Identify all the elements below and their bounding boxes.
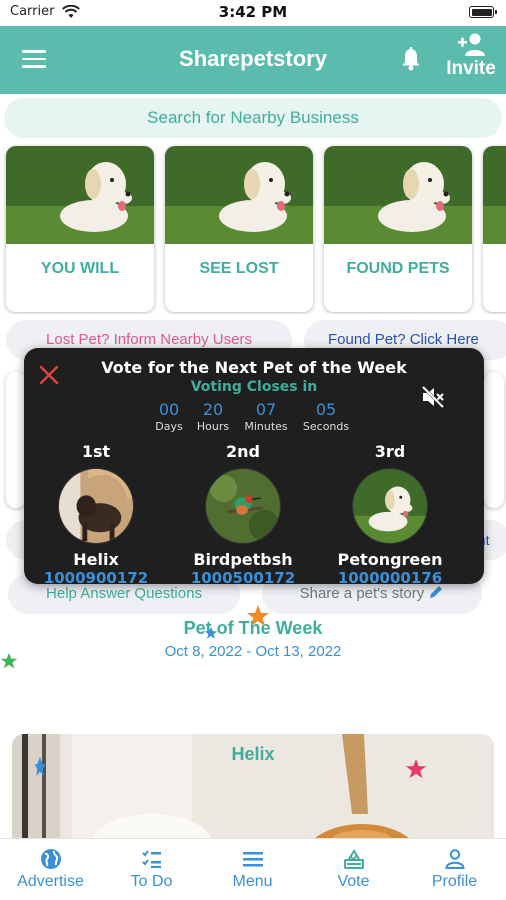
rank-place: 3rd: [374, 442, 406, 461]
countdown-unit: Seconds: [302, 420, 350, 433]
invite-button[interactable]: Invite: [440, 32, 502, 88]
search-nearby-business-button[interactable]: Search for Nearby Business: [4, 98, 502, 138]
checklist-icon: [141, 850, 161, 868]
card-label: YOU WILL: [40, 260, 120, 277]
countdown-unit: Minutes: [244, 420, 288, 433]
nav-label: To Do: [130, 873, 173, 890]
pet-photo-petongreen: [352, 468, 428, 544]
rank-second[interactable]: 2nd Birdpetbsh 1000500172: [178, 442, 308, 587]
card-found-pets[interactable]: FOUND PETS: [324, 146, 472, 312]
invite-label: Invite: [446, 58, 496, 79]
rank-id: 1000500172: [190, 569, 296, 587]
countdown-value: 05: [315, 400, 337, 419]
rank-place: 1st: [81, 442, 111, 461]
nav-label: Menu: [232, 873, 273, 890]
card-you-will[interactable]: YOU WILL: [6, 146, 154, 312]
countdown-minutes: 07 Minutes: [234, 400, 298, 433]
confetti-star-icon: [34, 756, 46, 777]
pet-of-the-week-dates: Oct 8, 2022 - Oct 13, 2022: [164, 643, 342, 660]
rank-first[interactable]: 1st Helix 1000900172: [31, 442, 161, 587]
countdown-seconds: 05 Seconds: [294, 400, 358, 433]
rank-id: 1000900172: [43, 569, 149, 587]
confetti-star-icon: [204, 626, 218, 639]
nav-menu[interactable]: Menu: [202, 839, 303, 900]
card-label: FOUND PETS: [346, 260, 450, 277]
nav-vote[interactable]: Vote: [303, 839, 404, 900]
card-see-lost[interactable]: SEE LOST: [165, 146, 313, 312]
nav-label: Profile: [431, 873, 478, 890]
card-label: SEE LOST: [199, 260, 279, 277]
vote-icon: [343, 849, 364, 869]
confetti-star-icon: [0, 652, 18, 669]
globe-icon: [40, 849, 61, 869]
nav-profile[interactable]: Profile: [404, 839, 505, 900]
feature-cards-carousel[interactable]: YOU WILL SEE LOST FOUND PETS: [0, 144, 506, 314]
battery-icon: [469, 6, 497, 18]
card-partial[interactable]: [483, 146, 506, 312]
mute-icon[interactable]: [420, 384, 446, 410]
rank-name: Petongreen: [337, 550, 443, 569]
share-link-label: Share a pet's story: [299, 585, 425, 602]
vote-title: Vote for the Next Pet of the Week: [101, 358, 407, 377]
countdown-value: 07: [255, 400, 277, 419]
pet-photo-birdpetbsh: [205, 468, 281, 544]
vote-popup: Vote for the Next Pet of the Week Voting…: [24, 348, 484, 587]
confetti-star-icon: [405, 758, 427, 779]
nav-todo[interactable]: To Do: [101, 839, 202, 900]
nav-label: Vote: [337, 873, 370, 890]
app-header: Sharepetstory Invite: [0, 26, 506, 94]
app-title: Sharepetstory: [179, 46, 327, 71]
menu-icon: [242, 852, 263, 867]
rank-place: 2nd: [226, 442, 260, 461]
bottom-navigation: Advertise To Do Menu Vote Profile: [0, 838, 506, 900]
rank-name: Birdpetbsh: [193, 550, 293, 569]
background-card: [484, 372, 504, 508]
dog-photo: [6, 146, 154, 244]
rank-third[interactable]: 3rd Petongreen 1000000176: [325, 442, 455, 587]
nav-advertise[interactable]: Advertise: [0, 839, 101, 900]
voting-closes-label: Voting Closes in: [190, 379, 318, 395]
nav-label: Advertise: [17, 873, 84, 890]
dog-photo: [324, 146, 472, 244]
add-person-icon: [458, 33, 485, 56]
rank-name: Helix: [73, 550, 119, 569]
status-bar: Carrier 3:42 PM: [0, 0, 506, 26]
rank-id: 1000000176: [337, 569, 443, 587]
background-card: [6, 372, 26, 508]
notification-bell-icon[interactable]: [400, 46, 422, 72]
confetti-star-icon: [247, 605, 269, 626]
clock: 3:42 PM: [218, 3, 288, 21]
pet-photo-helix: [58, 468, 134, 544]
dog-photo: [483, 146, 506, 244]
dog-photo: [165, 146, 313, 244]
profile-icon: [444, 849, 465, 869]
pet-of-the-week-name: Helix: [231, 744, 275, 764]
